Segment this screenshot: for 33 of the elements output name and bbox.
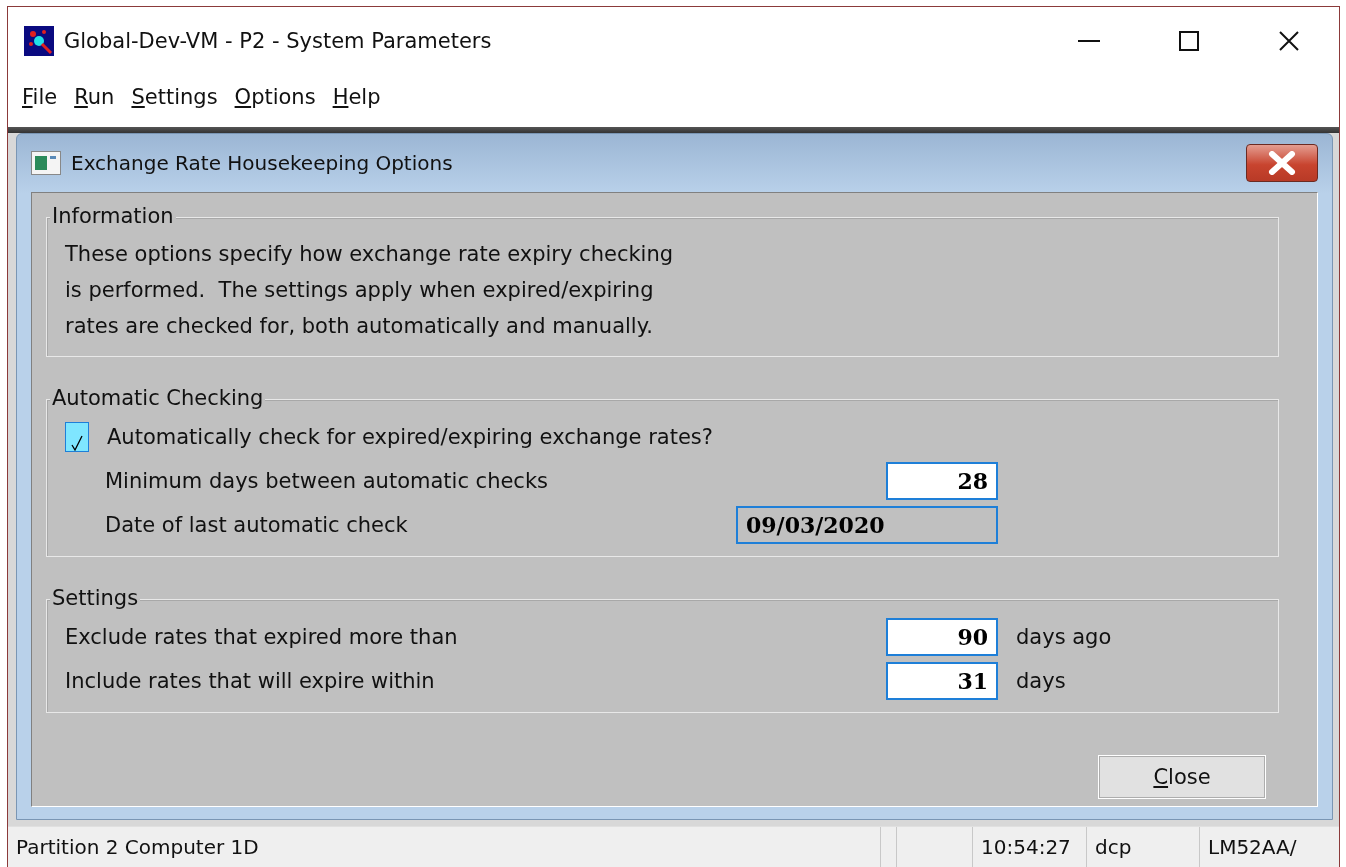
field-label: Minimum days between automatic checks (104, 469, 549, 493)
dialog-title: Exchange Rate Housekeeping Options (71, 151, 454, 175)
minimize-icon (1078, 40, 1100, 42)
close-icon (1279, 31, 1299, 51)
close-icon (1267, 151, 1297, 175)
status-text: 10:54:27 (972, 827, 1086, 867)
menu-item[interactable]: File (14, 85, 67, 109)
field-label: Exclude rates that expired more than (65, 625, 458, 649)
input-field[interactable]: 90 (886, 618, 998, 656)
field-label: Date of last automatic check (104, 513, 408, 537)
menu-item[interactable]: Settings (123, 85, 227, 109)
window-title: Global-Dev-VM - P2 - System Parameters (64, 29, 493, 53)
info-text: These options specify how exchange rate expiry checking is performed. The settings apply when expired/expiring rates are checked for, both automatically and manually. (65, 241, 675, 340)
unit-label: days (1015, 669, 1067, 693)
menu-item[interactable]: Options (226, 85, 325, 109)
input-field[interactable]: 31 (886, 662, 998, 700)
status-text: Partition 2 Computer 1D (15, 834, 260, 861)
maximize-icon (1179, 31, 1199, 51)
input-field[interactable]: 09/03/2020 (736, 506, 998, 544)
menu-item[interactable]: Help (324, 85, 390, 109)
menu-item[interactable]: Run (66, 85, 124, 109)
status-text: LM52AA/ (1199, 827, 1339, 867)
check-icon (71, 435, 83, 451)
checkbox-label: Automatically check for expired/expiring exchange rates? (107, 425, 713, 449)
dialog-close-button[interactable] (1246, 144, 1318, 182)
input-field[interactable]: 28 (886, 462, 998, 500)
unit-label: days ago (1015, 625, 1113, 649)
field-label: Include rates that will expire within (65, 669, 435, 693)
checkbox[interactable] (65, 422, 89, 452)
window-icon (31, 151, 61, 175)
app-icon (24, 26, 54, 56)
status-text: dcp (1086, 827, 1199, 867)
close-button[interactable]: Close (1099, 756, 1265, 798)
